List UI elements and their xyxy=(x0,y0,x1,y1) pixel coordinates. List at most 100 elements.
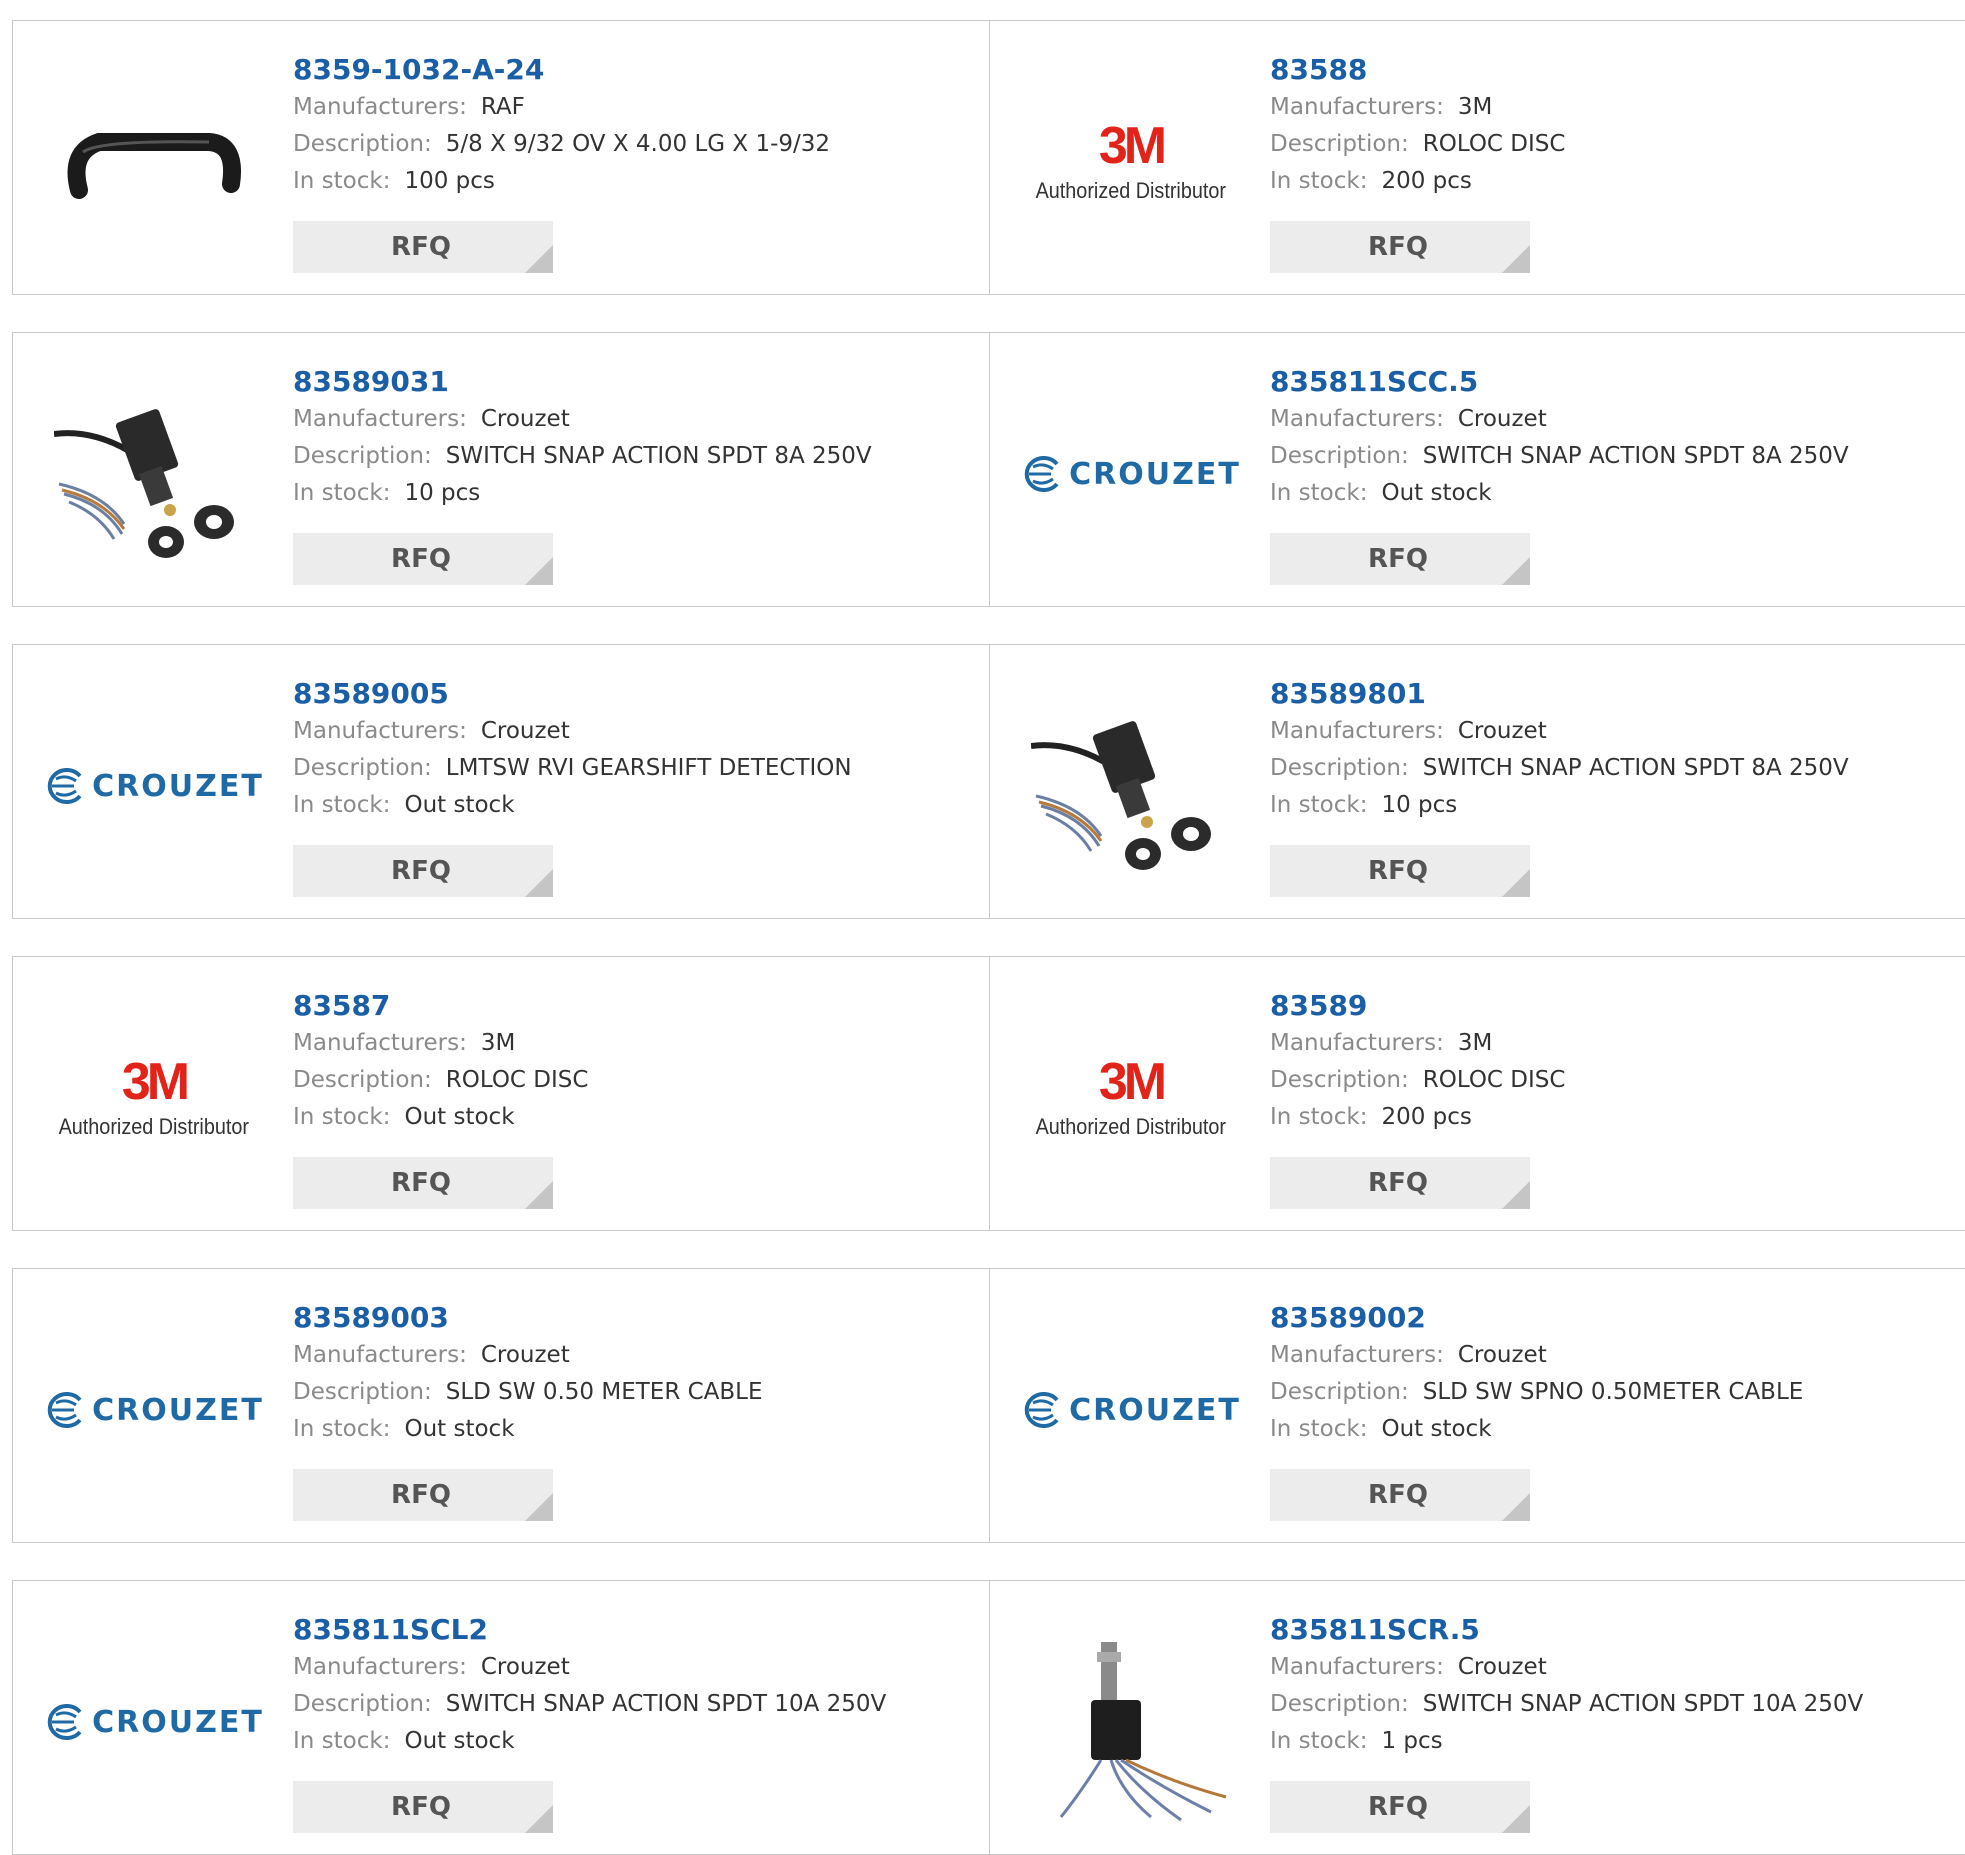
rfq-button[interactable]: RFQ xyxy=(293,533,553,585)
plunger-switch-icon xyxy=(1059,1642,1227,1822)
stock-row: In stock: 10 pcs xyxy=(1270,787,1965,824)
product-card: 3M Authorized Distributor 83588 Manufactu… xyxy=(989,20,1965,295)
product-thumbnail[interactable]: CROUZET xyxy=(1024,1309,1239,1511)
stock-label: In stock: xyxy=(293,1728,391,1754)
corner-triangle-icon xyxy=(525,869,553,897)
rfq-label: RFQ xyxy=(391,1480,451,1510)
switch-cable-icon xyxy=(1031,721,1211,870)
part-number-link[interactable]: 83589005 xyxy=(293,675,979,713)
crouzet-mark-icon xyxy=(1024,1392,1059,1428)
manufacturer-label: Manufacturers: xyxy=(293,1654,467,1680)
part-number-link[interactable]: 835811SCC.5 xyxy=(1270,363,1965,401)
rfq-button[interactable]: RFQ xyxy=(1270,1469,1530,1521)
product-thumbnail[interactable]: CROUZET xyxy=(47,1309,262,1511)
description-row: Description: SWITCH SNAP ACTION SPDT 10A … xyxy=(1270,1686,1965,1723)
rfq-button[interactable]: RFQ xyxy=(1270,221,1530,273)
product-thumbnail[interactable]: CROUZET xyxy=(47,1621,262,1823)
part-number-link[interactable]: 835811SCR.5 xyxy=(1270,1611,1965,1649)
product-thumbnail[interactable]: CROUZET xyxy=(1024,373,1239,575)
product-thumbnail[interactable]: CROUZET xyxy=(47,685,262,887)
description-label: Description: xyxy=(1270,1379,1409,1405)
crouzet-mark-icon xyxy=(47,1392,82,1428)
stock-row: In stock: Out stock xyxy=(293,1411,979,1448)
rfq-button[interactable]: RFQ xyxy=(293,1781,553,1833)
description-label: Description: xyxy=(293,1067,432,1093)
manufacturer-label: Manufacturers: xyxy=(1270,94,1444,120)
manufacturer-value: Crouzet xyxy=(1457,406,1547,432)
stock-value: 100 pcs xyxy=(404,168,495,194)
rfq-button[interactable]: RFQ xyxy=(1270,845,1530,897)
description-row: Description: 5/8 X 9/32 OV X 4.00 LG X 1-… xyxy=(293,126,979,163)
stock-label: In stock: xyxy=(293,480,391,506)
manufacturer-row: Manufacturers: RAF xyxy=(293,89,979,126)
manufacturer-label: Manufacturers: xyxy=(293,718,467,744)
rfq-button[interactable]: RFQ xyxy=(1270,1781,1530,1833)
part-number-link[interactable]: 83589031 xyxy=(293,363,979,401)
description-value: ROLOC DISC xyxy=(1422,1067,1566,1093)
corner-triangle-icon xyxy=(1502,245,1530,273)
stock-value: 200 pcs xyxy=(1381,1104,1472,1130)
rfq-button[interactable]: RFQ xyxy=(293,221,553,273)
description-row: Description: SWITCH SNAP ACTION SPDT 8A 2… xyxy=(1270,438,1965,475)
product-thumbnail[interactable]: 3M Authorized Distributor xyxy=(1030,997,1232,1199)
description-row: Description: LMTSW RVI GEARSHIFT DETECTIO… xyxy=(293,750,979,787)
manufacturer-value: 3M xyxy=(1457,1030,1493,1056)
manufacturer-label: Manufacturers: xyxy=(1270,1030,1444,1056)
part-number-link[interactable]: 8359-1032-A-24 xyxy=(293,51,979,89)
part-number-link[interactable]: 83589002 xyxy=(1270,1299,1965,1337)
rfq-label: RFQ xyxy=(1368,856,1428,886)
manufacturer-value: 3M xyxy=(1457,94,1493,120)
stock-label: In stock: xyxy=(293,792,391,818)
description-value: SLD SW 0.50 METER CABLE xyxy=(445,1379,763,1405)
manufacturer-label: Manufacturers: xyxy=(293,94,467,120)
part-number-link[interactable]: 83588 xyxy=(1270,51,1965,89)
product-thumbnail[interactable] xyxy=(1030,1621,1232,1823)
product-thumbnail[interactable] xyxy=(53,373,255,575)
stock-row: In stock: 10 pcs xyxy=(293,475,979,512)
product-card: 83589801 Manufacturers: Crouzet Descripti… xyxy=(989,644,1965,919)
crouzet-mark-icon xyxy=(1024,456,1059,492)
product-thumbnail[interactable]: 3M Authorized Distributor xyxy=(1030,61,1232,263)
description-row: Description: ROLOC DISC xyxy=(1270,126,1965,163)
rfq-button[interactable]: RFQ xyxy=(1270,1157,1530,1209)
manufacturer-row: Manufacturers: Crouzet xyxy=(293,713,979,750)
description-label: Description: xyxy=(293,755,432,781)
stock-value: 10 pcs xyxy=(404,480,481,506)
crouzet-logo: CROUZET xyxy=(44,768,264,804)
product-info: 83589031 Manufacturers: Crouzet Descripti… xyxy=(293,363,979,512)
stock-row: In stock: 100 pcs xyxy=(293,163,979,200)
crouzet-logo-text: CROUZET xyxy=(1069,456,1241,492)
product-thumbnail[interactable] xyxy=(1030,685,1232,887)
rfq-label: RFQ xyxy=(391,856,451,886)
part-number-link[interactable]: 835811SCL2 xyxy=(293,1611,979,1649)
stock-label: In stock: xyxy=(293,168,391,194)
rfq-button[interactable]: RFQ xyxy=(293,845,553,897)
rfq-button[interactable]: RFQ xyxy=(1270,533,1530,585)
rfq-label: RFQ xyxy=(391,1168,451,1198)
manufacturer-value: Crouzet xyxy=(480,1342,570,1368)
part-number-link[interactable]: 83589003 xyxy=(293,1299,979,1337)
product-thumbnail[interactable] xyxy=(53,61,255,263)
corner-triangle-icon xyxy=(525,1181,553,1209)
stock-row: In stock: Out stock xyxy=(1270,475,1965,512)
product-info: 83589 Manufacturers: 3M Description: ROLOC… xyxy=(1270,987,1965,1136)
description-row: Description: SWITCH SNAP ACTION SPDT 8A 2… xyxy=(293,438,979,475)
part-number-link[interactable]: 83589801 xyxy=(1270,675,1965,713)
rfq-button[interactable]: RFQ xyxy=(293,1469,553,1521)
manufacturer-value: Crouzet xyxy=(480,718,570,744)
rfq-button[interactable]: RFQ xyxy=(293,1157,553,1209)
description-value: SWITCH SNAP ACTION SPDT 8A 250V xyxy=(445,443,872,469)
manufacturer-label: Manufacturers: xyxy=(293,406,467,432)
manufacturer-value: Crouzet xyxy=(480,406,570,432)
manufacturer-row: Manufacturers: 3M xyxy=(293,1025,979,1062)
part-number-link[interactable]: 83589 xyxy=(1270,987,1965,1025)
description-value: SWITCH SNAP ACTION SPDT 8A 250V xyxy=(1422,443,1849,469)
product-thumbnail[interactable]: 3M Authorized Distributor xyxy=(53,997,255,1199)
stock-label: In stock: xyxy=(1270,480,1368,506)
stock-value: 1 pcs xyxy=(1381,1728,1443,1754)
switch-cable-icon xyxy=(54,409,234,558)
part-number-link[interactable]: 83587 xyxy=(293,987,979,1025)
manufacturer-row: Manufacturers: 3M xyxy=(1270,1025,1965,1062)
description-value: LMTSW RVI GEARSHIFT DETECTION xyxy=(445,755,852,781)
description-value: SWITCH SNAP ACTION SPDT 8A 250V xyxy=(1422,755,1849,781)
